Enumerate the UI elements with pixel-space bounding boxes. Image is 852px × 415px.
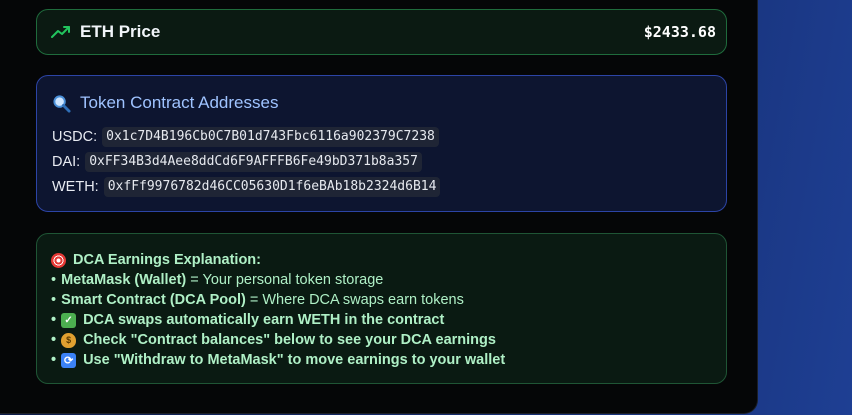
dca-item-strong: Use "Withdraw to MetaMask" to move earni… — [83, 352, 506, 368]
token-addresses-title: Token Contract Addresses — [80, 93, 279, 112]
bullet: • — [51, 352, 57, 368]
dca-list-item: • Smart Contract (DCA Pool) = Where DCA … — [51, 290, 726, 310]
token-row-dai: DAI: 0xFF34B3d4Aee8ddCd6F9AFFFB6Fe49bD37… — [52, 149, 726, 174]
dca-item-strong: Check "Contract balances" below to see y… — [83, 332, 496, 348]
check-mark-icon: ✓ — [61, 312, 77, 328]
bullet: • — [51, 292, 57, 308]
token-address[interactable]: 0x1c7D4B196Cb0C7B01d743Fbc6116a902379C72… — [102, 126, 439, 147]
token-address[interactable]: 0xFF34B3d4Aee8ddCd6F9AFFFB6Fe49bD371b8a3… — [85, 151, 422, 172]
bullet: • — [51, 332, 57, 348]
token-row-usdc: USDC: 0x1c7D4B196Cb0C7B01d743Fbc6116a902… — [52, 124, 726, 149]
dca-list-item: • $ Check "Contract balances" below to s… — [51, 330, 726, 350]
target-icon — [51, 252, 66, 268]
token-addresses-header: Token Contract Addresses — [52, 93, 726, 113]
dca-list-item: • ⟳ Use "Withdraw to MetaMask" to move e… — [51, 350, 726, 370]
dca-item-text: = Your personal token storage — [186, 272, 384, 288]
token-label: USDC: — [52, 128, 98, 145]
dca-explanation-card: DCA Earnings Explanation: • MetaMask (Wa… — [36, 233, 727, 384]
dca-list-item: • MetaMask (Wallet) = Your personal toke… — [51, 270, 726, 290]
bullet: • — [51, 272, 57, 288]
refresh-icon: ⟳ — [61, 352, 77, 368]
trending-up-icon — [51, 26, 70, 38]
token-addresses-card: Token Contract Addresses USDC: 0x1c7D4B1… — [36, 75, 727, 212]
dca-explanation-title: DCA Earnings Explanation: — [73, 252, 261, 268]
token-row-weth: WETH: 0xfFf9976782d46CC05630D1f6eBAb18b2… — [52, 174, 726, 199]
token-address[interactable]: 0xfFf9976782d46CC05630D1f6eBAb18b2324d6B… — [103, 176, 441, 197]
dca-explanation-title-row: DCA Earnings Explanation: — [51, 250, 726, 270]
eth-price-title: ETH Price — [80, 22, 161, 41]
magnifier-icon — [53, 94, 71, 113]
token-label: WETH: — [52, 178, 99, 195]
bullet: • — [51, 312, 57, 328]
eth-price-value: $2433.68 — [643, 23, 716, 41]
dca-list-item: • ✓ DCA swaps automatically earn WETH in… — [51, 310, 726, 330]
token-label: DAI: — [52, 153, 81, 170]
dca-item-strong: DCA swaps automatically earn WETH in the… — [83, 312, 445, 328]
dca-item-text: = Where DCA swaps earn tokens — [245, 292, 464, 308]
eth-price-card: ETH Price $2433.68 — [36, 9, 727, 55]
money-bag-icon: $ — [61, 332, 77, 348]
dca-item-strong: Smart Contract (DCA Pool) — [61, 292, 246, 308]
dca-item-strong: MetaMask (Wallet) — [61, 272, 187, 288]
